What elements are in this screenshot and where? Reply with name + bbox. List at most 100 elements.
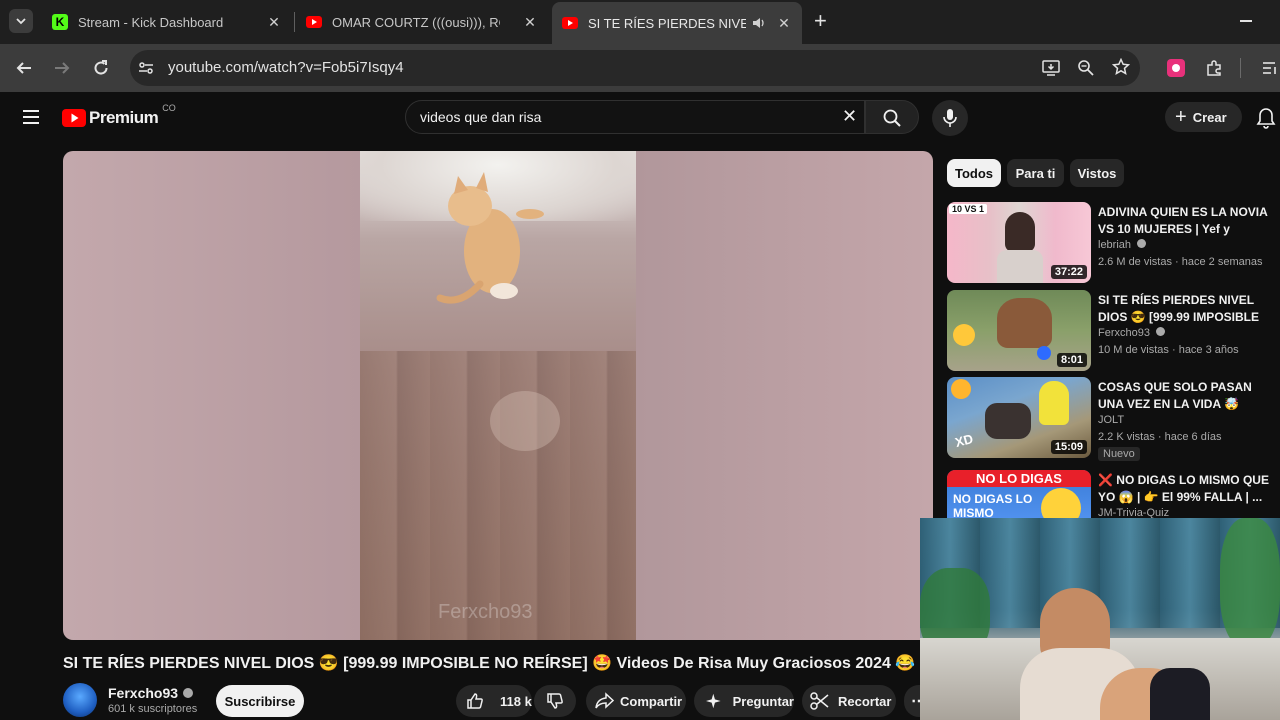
- reload-button[interactable]: [89, 56, 113, 80]
- channel-avatar[interactable]: [63, 683, 97, 717]
- site-settings-icon[interactable]: [138, 60, 154, 76]
- channel-name-text: Ferxcho93: [1098, 327, 1150, 339]
- scissors-icon: [810, 692, 829, 710]
- ask-button[interactable]: Preguntar: [694, 685, 794, 717]
- minimize-icon[interactable]: [1240, 20, 1252, 22]
- share-label: Compartir: [620, 693, 683, 709]
- youtube-favicon-icon: [562, 17, 578, 29]
- clear-search-icon[interactable]: ✕: [842, 106, 857, 127]
- search-icon: [883, 109, 901, 127]
- close-tab-icon[interactable]: ✕: [776, 15, 792, 32]
- browser-tab-bar: K Stream - Kick Dashboard ✕ OMAR COURTZ …: [0, 0, 1280, 44]
- tab-title: SI TE RÍES PIERDES NIVEL D: [588, 15, 746, 31]
- new-badge: Nuevo: [1098, 447, 1140, 461]
- tab-omar-courtz[interactable]: OMAR COURTZ (((ousi))), ROA - ✕: [296, 6, 548, 38]
- verified-icon: [1156, 327, 1166, 336]
- channel-name-text: Ferxcho93: [108, 685, 179, 701]
- chip-label: Todos: [954, 165, 994, 181]
- chip-vistos[interactable]: Vistos: [1070, 159, 1124, 187]
- kitten-figure: [436, 172, 544, 304]
- logo-text: Premium: [89, 108, 159, 127]
- tab-separator: [294, 12, 295, 32]
- back-button[interactable]: [12, 56, 36, 80]
- clip-button[interactable]: Recortar: [802, 685, 896, 717]
- video-meta: 10 M de vistas · hace 3 años: [1098, 344, 1239, 356]
- channel-name[interactable]: Ferxcho93: [1098, 327, 1166, 339]
- youtube-logo[interactable]: Premium CO: [62, 103, 176, 128]
- close-tab-icon[interactable]: ✕: [266, 14, 282, 31]
- tab-search-button[interactable]: [9, 9, 33, 33]
- tab-current-video[interactable]: SI TE RÍES PIERDES NIVEL D ✕: [552, 2, 802, 44]
- chip-label: Para ti: [1015, 165, 1056, 181]
- notifications-bell-icon[interactable]: [1256, 107, 1276, 129]
- youtube-header: Premium CO videos que dan risa ✕ + Crear: [0, 92, 1280, 142]
- toolbar-divider: [1240, 58, 1241, 78]
- forward-button[interactable]: [50, 56, 74, 80]
- recommended-video[interactable]: 8:01 SI TE RÍES PIERDES NIVEL DIOS 😎 [99…: [947, 290, 1277, 374]
- subscribe-button[interactable]: Suscribirse: [216, 685, 304, 717]
- zoom-icon[interactable]: [1077, 59, 1095, 77]
- video-player[interactable]: Ferxcho93: [63, 151, 933, 640]
- video-duration: 15:09: [1050, 440, 1087, 454]
- recommended-video[interactable]: XD 15:09 COSAS QUE SOLO PASAN UNA VEZ EN…: [947, 377, 1277, 461]
- video-thumbnail[interactable]: 10 VS 1 37:22: [947, 202, 1091, 283]
- video-title[interactable]: COSAS QUE SOLO PASAN UNA VEZ EN LA VIDA …: [1098, 379, 1274, 413]
- share-icon: [595, 692, 614, 709]
- menu-icon[interactable]: [23, 110, 39, 124]
- thumbnail-sublabel: NO DIGAS LO MISMO: [953, 492, 1033, 520]
- video-thumbnail[interactable]: 8:01: [947, 290, 1091, 371]
- chip-para-ti[interactable]: Para ti: [1007, 159, 1064, 187]
- search-button[interactable]: [865, 100, 919, 134]
- address-bar[interactable]: youtube.com/watch?v=Fob5i7Isqy4: [130, 50, 1140, 86]
- youtube-favicon-icon: [306, 16, 322, 28]
- new-tab-icon[interactable]: +: [814, 10, 827, 32]
- create-button[interactable]: + Crear: [1165, 102, 1242, 132]
- tab-kick-dashboard[interactable]: K Stream - Kick Dashboard ✕: [42, 6, 292, 38]
- browser-toolbar: youtube.com/watch?v=Fob5i7Isqy4: [0, 44, 1280, 92]
- create-label: Crear: [1192, 109, 1227, 125]
- subscribe-label: Suscribirse: [224, 693, 296, 709]
- channel-name[interactable]: JOLT: [1098, 414, 1124, 426]
- youtube-play-icon: [62, 109, 86, 127]
- search-input[interactable]: videos que dan risa ✕: [405, 100, 865, 134]
- plus-icon: +: [1175, 106, 1187, 128]
- verified-icon: [1137, 239, 1147, 248]
- thumbs-down-icon: [547, 693, 563, 709]
- install-app-icon[interactable]: [1042, 59, 1060, 77]
- tab-title: Stream - Kick Dashboard: [78, 14, 224, 30]
- extensions-icon[interactable]: [1202, 56, 1226, 80]
- reading-list-icon[interactable]: [1258, 56, 1280, 80]
- region-code: CO: [162, 103, 176, 113]
- search-query: videos que dan risa: [420, 109, 542, 125]
- share-button[interactable]: Compartir: [586, 685, 686, 717]
- speaker-icon[interactable]: [752, 16, 766, 30]
- video-title[interactable]: ADIVINA QUIEN ES LA NOVIA VS 10 MUJERES …: [1098, 204, 1274, 238]
- video-watermark: Ferxcho93: [438, 601, 533, 623]
- profile-extension-icon[interactable]: [1164, 56, 1188, 80]
- channel-name-text: JOLT: [1098, 414, 1125, 426]
- verified-icon: [183, 688, 194, 698]
- thumbnail-label: XD: [953, 430, 975, 451]
- bookmark-star-icon[interactable]: [1112, 58, 1130, 76]
- video-thumbnail[interactable]: XD 15:09: [947, 377, 1091, 458]
- close-tab-icon[interactable]: ✕: [522, 14, 538, 31]
- kick-favicon-icon: K: [52, 14, 68, 30]
- tab-title: OMAR COURTZ (((ousi))), ROA -: [332, 14, 500, 30]
- arrow-right-icon: [55, 62, 70, 74]
- video-title[interactable]: ❌ NO DIGAS LO MISMO QUE YO 😱 | 👉 El 99% …: [1098, 472, 1274, 506]
- video-title[interactable]: SI TE RÍES PIERDES NIVEL DIOS 😎 [999.99 …: [1098, 292, 1274, 326]
- like-button[interactable]: 118 k: [456, 685, 532, 717]
- chip-todos[interactable]: Todos: [947, 159, 1001, 187]
- channel-name[interactable]: lebriah: [1098, 239, 1147, 251]
- voice-search-button[interactable]: [932, 100, 968, 136]
- channel-name[interactable]: Ferxcho93: [108, 685, 194, 701]
- url-text[interactable]: youtube.com/watch?v=Fob5i7Isqy4: [168, 59, 404, 76]
- like-count: 118 k: [500, 693, 532, 709]
- chip-label: Vistos: [1077, 165, 1117, 181]
- recommended-video[interactable]: 10 VS 1 37:22 ADIVINA QUIEN ES LA NOVIA …: [947, 202, 1277, 286]
- dislike-button[interactable]: [534, 685, 576, 717]
- thumbnail-label: 10 VS 1: [949, 204, 988, 214]
- clip-label: Recortar: [838, 693, 892, 709]
- channel-name-text: lebriah: [1098, 239, 1132, 251]
- video-duration: 8:01: [1056, 353, 1087, 367]
